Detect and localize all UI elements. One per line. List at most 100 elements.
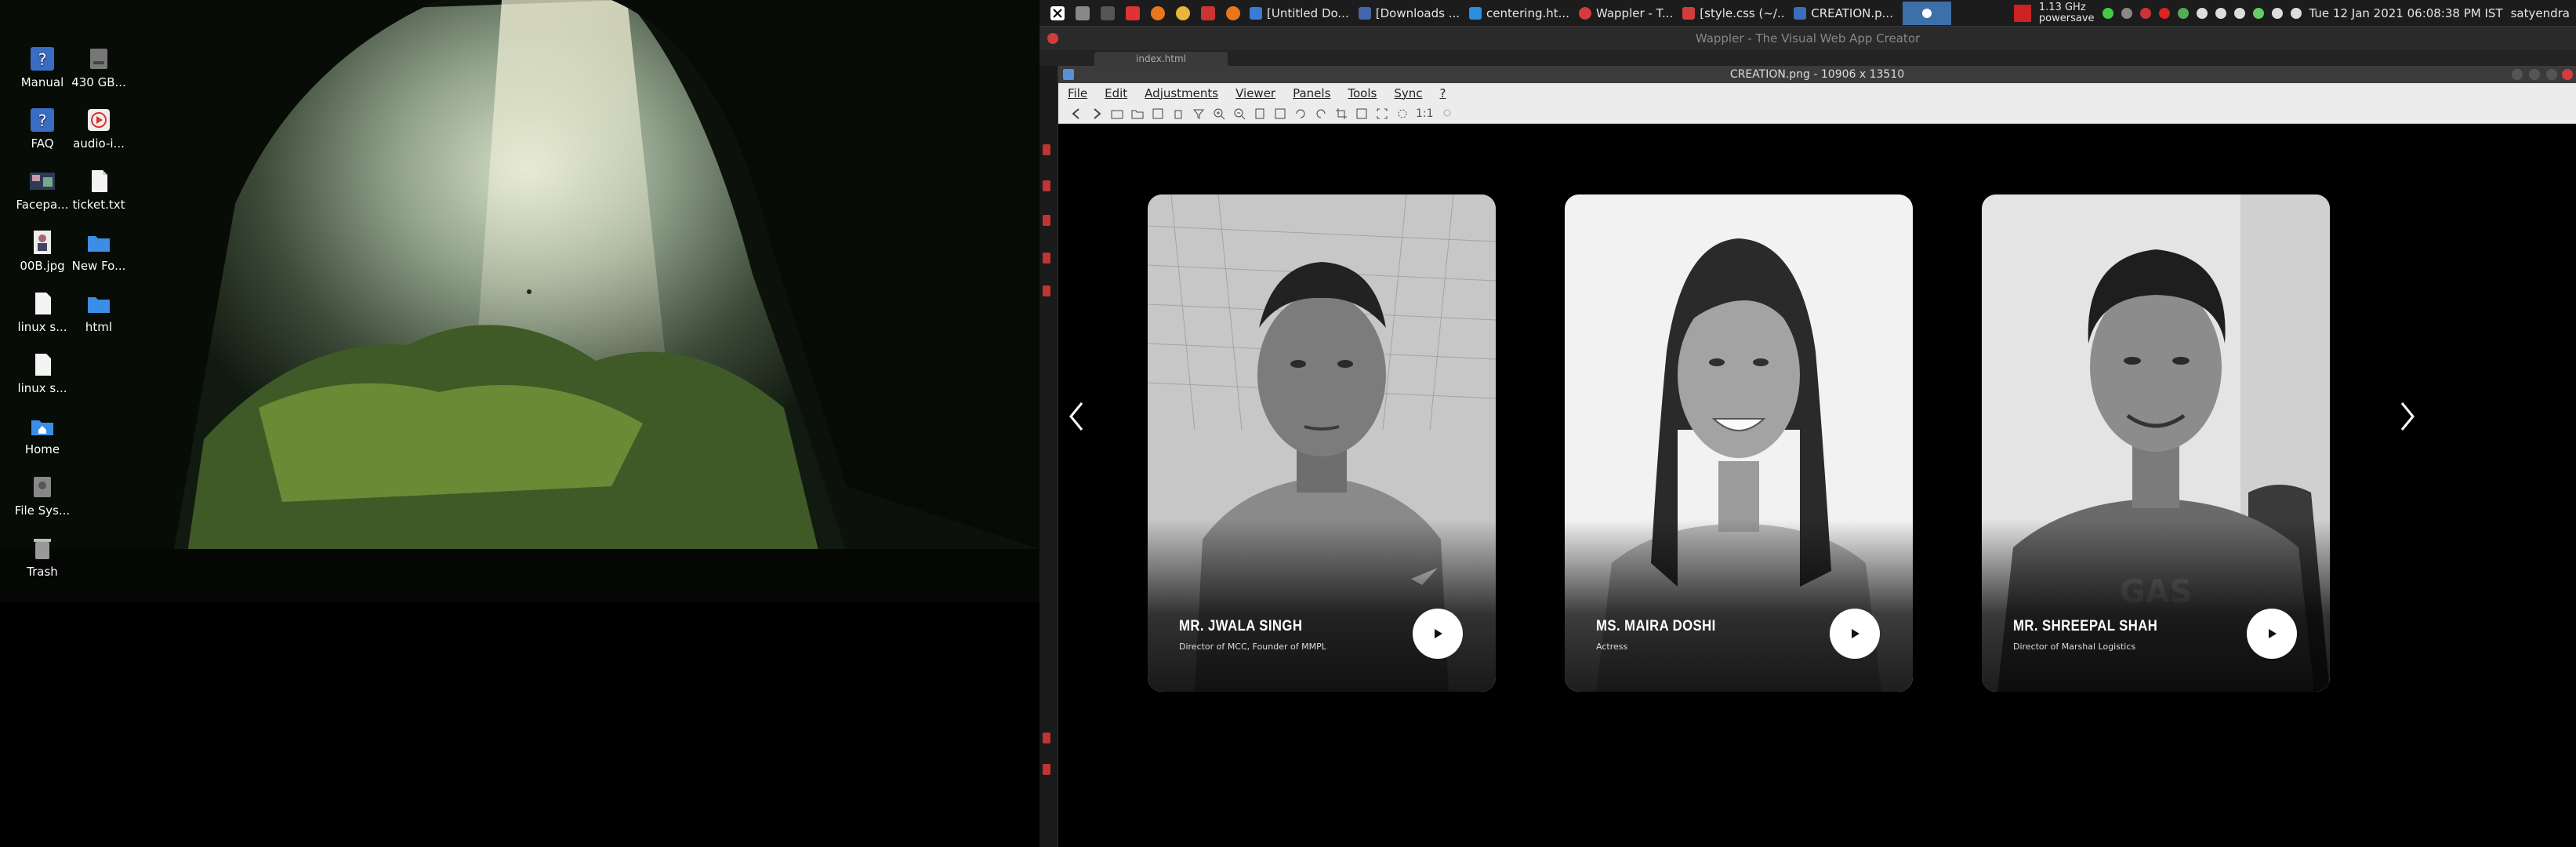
right-monitor: [Untitled Do... [Downloads ... centering…: [1039, 0, 2576, 847]
drive-icon: [34, 477, 51, 497]
upload-icon[interactable]: [2196, 8, 2208, 19]
desktop-icon-file-system[interactable]: File Sys...: [6, 474, 78, 518]
update-icon[interactable]: [2102, 8, 2113, 19]
crop-icon[interactable]: [1334, 107, 1348, 121]
play-icon: [2269, 629, 2277, 638]
zoom-out-icon[interactable]: [1232, 107, 1246, 121]
window-close-button[interactable]: [2562, 69, 2573, 80]
app-icon[interactable]: [1201, 5, 1215, 20]
help-icon: ?: [31, 108, 54, 132]
zoom-in-icon[interactable]: [1212, 107, 1226, 121]
wappler-tab-strip: index.html: [1039, 50, 2576, 66]
sidebar-marker[interactable]: [1043, 215, 1050, 226]
text-file-icon: [92, 170, 107, 192]
menu-sync[interactable]: Sync: [1394, 86, 1422, 100]
desktop-icon-drive[interactable]: 430 GB...: [63, 45, 135, 89]
cpu-monitor-icon[interactable]: [2013, 5, 2031, 22]
menu-panels[interactable]: Panels: [1293, 86, 1330, 100]
folder-icon[interactable]: [1130, 107, 1145, 121]
app-menu-icon[interactable]: [1050, 5, 1065, 20]
sidebar-marker[interactable]: [1043, 732, 1050, 743]
carousel-next-icon[interactable]: [2391, 397, 2422, 436]
desktop-icon-trash[interactable]: Trash: [6, 535, 78, 579]
menu-viewer[interactable]: Viewer: [1235, 86, 1275, 100]
menu-tools[interactable]: Tools: [1348, 86, 1377, 100]
task-active-window[interactable]: [1902, 1, 1951, 25]
cpu-frequency[interactable]: 1.13 GHz powersave: [2039, 2, 2095, 24]
copy-icon[interactable]: [1253, 107, 1267, 121]
network-icon[interactable]: [2252, 8, 2264, 19]
clock[interactable]: Tue 12 Jan 2021 06:08:38 PM IST: [2309, 6, 2503, 20]
tab-index-html[interactable]: index.html: [1094, 52, 1228, 66]
menu-file[interactable]: File: [1068, 86, 1087, 100]
delete-icon[interactable]: [1171, 107, 1185, 121]
desktop-icon-label: File Sys...: [14, 503, 71, 518]
chrome-icon[interactable]: [1176, 5, 1190, 20]
desktop-icon-linux-2[interactable]: linux s...: [6, 351, 78, 395]
fit-width-icon[interactable]: [1395, 107, 1410, 121]
fit-screen-icon[interactable]: [1375, 107, 1389, 121]
youtube-icon[interactable]: [2158, 8, 2170, 19]
home-icon: [31, 420, 53, 435]
play-video-button[interactable]: [1830, 609, 1880, 659]
viewer-toolbar: 1:1: [1058, 104, 2576, 124]
firefox-icon[interactable]: [1226, 5, 1240, 20]
filter-icon[interactable]: [1192, 107, 1206, 121]
sidebar-marker[interactable]: [1043, 253, 1050, 264]
task-centering-html[interactable]: centering.ht...: [1469, 6, 1569, 20]
menu-edit[interactable]: Edit: [1105, 86, 1127, 100]
sidebar-marker[interactable]: [1043, 144, 1050, 155]
link-icon[interactable]: [2290, 8, 2302, 19]
task-wappler[interactable]: Wappler - T...: [1578, 6, 1673, 20]
folder-icon: [88, 236, 110, 252]
play-video-button[interactable]: [1413, 609, 1463, 659]
window-pin-button[interactable]: [2512, 69, 2523, 80]
shield-icon[interactable]: [2177, 8, 2189, 19]
desktop-icon-label: New Fo...: [71, 259, 126, 273]
save-icon[interactable]: [1151, 107, 1165, 121]
forward-icon[interactable]: [1090, 107, 1104, 121]
clipboard-icon[interactable]: [2121, 8, 2132, 19]
wifi-icon[interactable]: [2271, 8, 2283, 19]
vscode-icon: [1469, 6, 1482, 20]
person-role: Director of MCC, Founder of MMPL: [1179, 642, 1326, 652]
desktop-icon-home[interactable]: Home: [6, 413, 78, 456]
resize-icon[interactable]: [1355, 107, 1369, 121]
firefox-icon[interactable]: [1151, 5, 1165, 20]
task-creation-png[interactable]: CREATION.p...: [1794, 6, 1893, 20]
menu-help[interactable]: ?: [1440, 86, 1446, 100]
carousel-prev-icon[interactable]: [1061, 397, 1093, 436]
window-minimize-button[interactable]: [2529, 69, 2540, 80]
back-icon[interactable]: [1069, 107, 1083, 121]
open-folder-icon[interactable]: [1110, 107, 1124, 121]
alert-icon[interactable]: [2139, 8, 2151, 19]
battery-icon[interactable]: [2215, 8, 2226, 19]
actual-size-button[interactable]: 1:1: [1416, 107, 1434, 121]
desktop-icon-new-folder[interactable]: New Fo...: [63, 229, 135, 273]
task-untitled-doc[interactable]: [Untitled Do...: [1250, 6, 1349, 20]
bluetooth-icon[interactable]: [2233, 8, 2245, 19]
play-video-button[interactable]: [2247, 609, 2297, 659]
desktop-icon-html[interactable]: html: [63, 290, 135, 334]
desktop-icon-audio[interactable]: audio-i...: [63, 107, 135, 151]
task-style-css[interactable]: [style.css (~/...: [1682, 6, 1784, 20]
location-icon[interactable]: [1440, 107, 1454, 121]
rotate-right-icon[interactable]: [1314, 107, 1328, 121]
sidebar-marker[interactable]: [1043, 285, 1050, 296]
card-gradient: [1148, 519, 1496, 692]
pages-icon[interactable]: [1273, 107, 1287, 121]
file-manager-icon[interactable]: [1076, 5, 1090, 20]
sidebar-marker[interactable]: [1043, 764, 1050, 775]
window-maximize-button[interactable]: [2546, 69, 2557, 80]
sidebar-marker[interactable]: [1043, 180, 1050, 191]
user-name[interactable]: satyendra: [2511, 6, 2570, 20]
desktop-icon-ticket[interactable]: ticket.txt: [63, 168, 135, 212]
rotate-left-icon[interactable]: [1293, 107, 1308, 121]
editor-icon[interactable]: [1126, 5, 1140, 20]
menu-adjustments[interactable]: Adjustments: [1145, 86, 1218, 100]
terminal-icon[interactable]: [1101, 5, 1115, 20]
svg-text:?: ?: [38, 50, 47, 69]
desktop-icon-label: linux s...: [17, 381, 67, 395]
card-gradient: [1982, 519, 2330, 692]
task-downloads[interactable]: [Downloads ...: [1358, 6, 1460, 20]
